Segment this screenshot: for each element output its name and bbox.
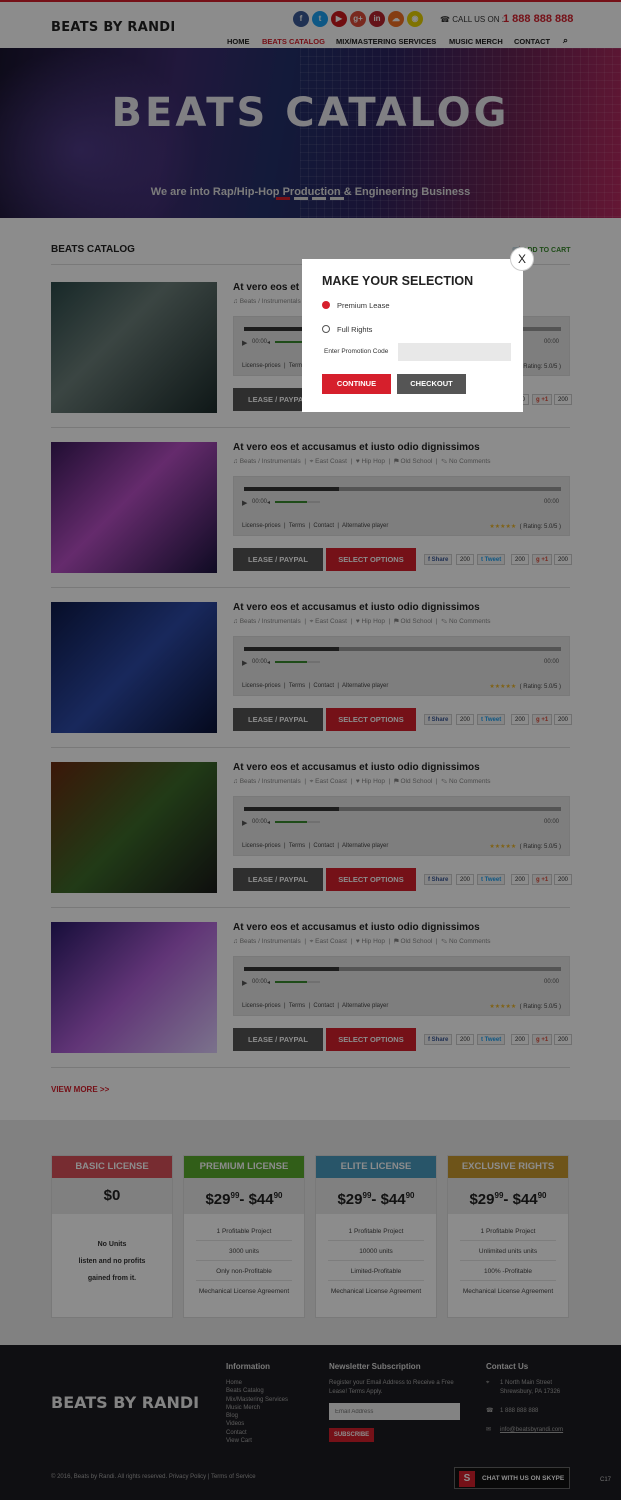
radio-full-rights[interactable] [322,325,330,333]
close-icon[interactable]: X [510,247,534,271]
checkout-button[interactable]: CHECKOUT [397,374,466,394]
selection-modal: MAKE YOUR SELECTION Premium Lease Full R… [302,259,523,412]
continue-button[interactable]: CONTINUE [322,374,391,394]
radio-premium-lease[interactable] [322,301,330,309]
promo-label: Enter Promotion Code [324,348,389,355]
radio-full-rights-label[interactable]: Full Rights [337,325,372,334]
modal-title: MAKE YOUR SELECTION [322,274,474,288]
promo-code-input[interactable] [398,343,511,361]
modal-overlay[interactable] [0,0,621,1500]
radio-premium-lease-label[interactable]: Premium Lease [337,301,390,310]
